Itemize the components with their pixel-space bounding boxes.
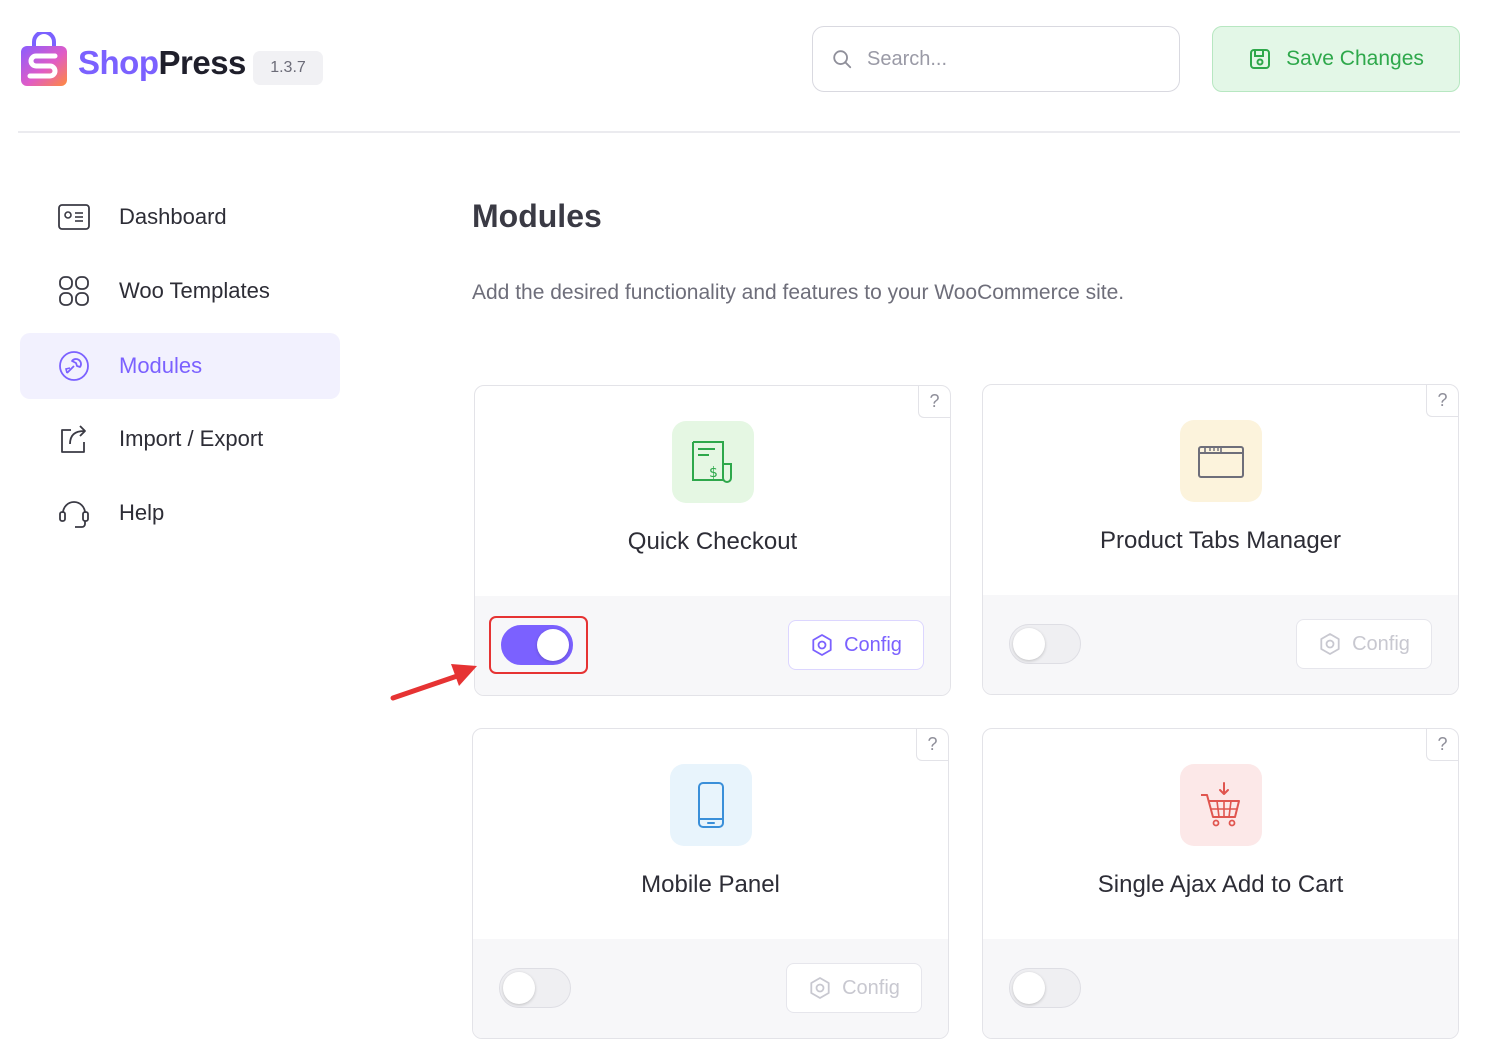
sidebar-item-label: Dashboard (119, 204, 227, 229)
gear-icon (1320, 633, 1340, 655)
config-button[interactable]: Config (1296, 619, 1432, 669)
headset-icon (56, 495, 92, 531)
sidebar-item-modules[interactable]: Modules (20, 333, 340, 399)
header-divider (18, 131, 1460, 133)
module-enable-toggle[interactable] (499, 968, 571, 1008)
toggle-knob (1013, 628, 1045, 660)
module-enable-toggle[interactable] (1009, 968, 1081, 1008)
search-input[interactable] (867, 47, 1147, 71)
sidebar-item-woo-templates[interactable]: Woo Templates (20, 258, 340, 324)
module-card-footer: Config (473, 939, 948, 1038)
module-card-single-ajax-add-to-cart: ? Single Ajax Add to Cart (982, 728, 1459, 1039)
help-button[interactable]: ? (1426, 385, 1458, 417)
page-title: Modules (472, 198, 602, 234)
module-enable-toggle[interactable] (1009, 624, 1081, 664)
config-button[interactable]: Config (786, 963, 922, 1013)
gear-icon (810, 977, 830, 999)
search-box[interactable] (812, 26, 1180, 92)
save-icon (1250, 49, 1271, 69)
sidebar-item-dashboard[interactable]: Dashboard (20, 184, 340, 250)
modules-icon (56, 348, 92, 384)
module-card-footer: Config (983, 595, 1458, 694)
help-button[interactable]: ? (916, 729, 948, 761)
config-label: Config (844, 633, 902, 656)
annotation-highlight-box (489, 616, 588, 674)
import-export-icon (56, 421, 92, 457)
toggle-knob (503, 972, 535, 1004)
sidebar-item-label: Help (119, 500, 165, 525)
mobile-phone-icon (669, 764, 752, 846)
cart-add-icon (1179, 764, 1262, 846)
module-title: Quick Checkout (627, 528, 798, 555)
sidebar-item-label: Woo Templates (119, 278, 270, 303)
dashboard-card-icon (56, 199, 92, 235)
save-changes-label: Save Changes (1286, 47, 1424, 70)
sidebar-item-help[interactable]: Help (20, 480, 340, 546)
grid-icon (56, 273, 92, 309)
checkout-receipt-icon: $ (671, 421, 754, 503)
config-button[interactable]: Config (788, 620, 924, 670)
module-card-product-tabs-manager: ? Product Tabs Manager Config (982, 384, 1459, 695)
annotation-arrow-icon (390, 664, 477, 701)
module-card-mobile-panel: ? Mobile Panel Config (472, 728, 949, 1039)
svg-text:$: $ (709, 465, 718, 481)
sidebar-item-import-export[interactable]: Import / Export (20, 406, 340, 472)
save-changes-button[interactable]: Save Changes (1212, 26, 1460, 92)
shoppress-logo-icon (21, 32, 67, 86)
version-badge: 1.3.7 (253, 51, 323, 85)
config-label: Config (1352, 632, 1410, 655)
module-title: Product Tabs Manager (1099, 527, 1342, 554)
help-button[interactable]: ? (1426, 729, 1458, 761)
module-title: Mobile Panel (641, 871, 780, 898)
search-icon (833, 50, 852, 69)
gear-icon (812, 634, 832, 656)
help-button[interactable]: ? (918, 386, 950, 418)
sidebar-item-label: Import / Export (119, 426, 264, 451)
folder-tabs-icon (1179, 420, 1262, 502)
config-label: Config (842, 976, 900, 999)
module-card-footer (983, 939, 1458, 1038)
module-title: Single Ajax Add to Cart (1097, 871, 1344, 898)
toggle-knob (1013, 972, 1045, 1004)
sidebar-item-label: Modules (119, 353, 203, 378)
brand-name: ShopPress (78, 44, 246, 81)
page-description: Add the desired functionality and featur… (472, 281, 1125, 304)
